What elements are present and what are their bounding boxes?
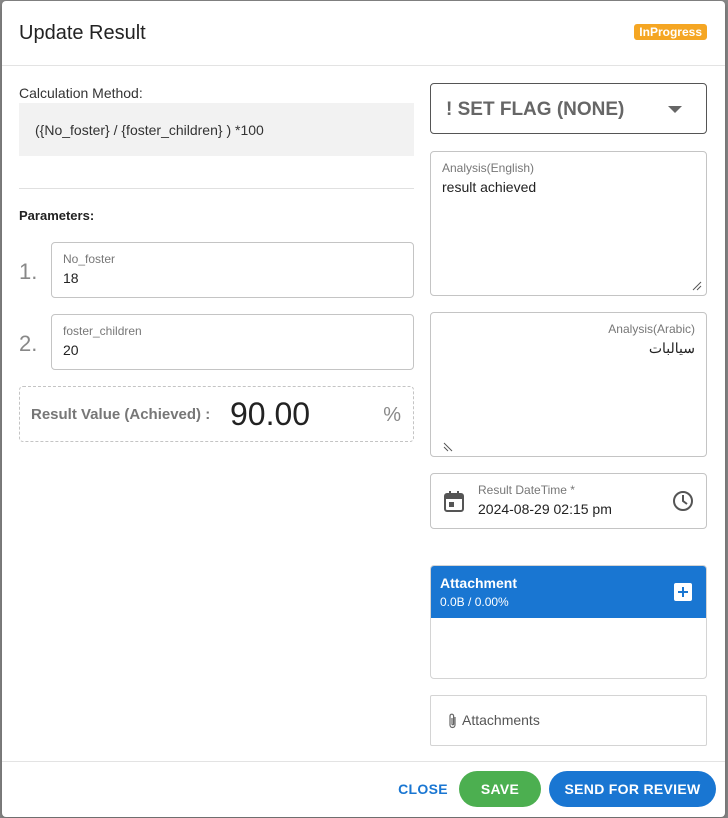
- dialog-title: Update Result: [19, 22, 146, 44]
- resize-handle-icon[interactable]: [692, 281, 702, 291]
- set-flag-label: ! SET FLAG (NONE): [446, 99, 625, 120]
- divider: [19, 188, 414, 189]
- result-datetime-field[interactable]: Result DateTime * 2024-08-29 02:15 pm: [430, 473, 707, 529]
- analysis-english-value: result achieved: [442, 179, 537, 195]
- result-datetime-label: Result DateTime *: [478, 483, 575, 497]
- result-datetime-value: 2024-08-29 02:15 pm: [478, 501, 612, 517]
- update-result-dialog: Update Result InProgress Calculation Met…: [2, 1, 725, 817]
- dialog-header: Update Result InProgress: [2, 1, 725, 66]
- caret-down-icon: [668, 106, 682, 113]
- send-for-review-button[interactable]: SEND FOR REVIEW: [549, 771, 716, 807]
- resize-handle-icon[interactable]: [443, 442, 453, 452]
- attachment-card: Attachment 0.0B / 0.00%: [430, 565, 707, 679]
- analysis-english-textarea[interactable]: Analysis(English) result achieved: [430, 151, 707, 296]
- status-badge: InProgress: [634, 24, 707, 40]
- attachment-header: Attachment 0.0B / 0.00%: [431, 566, 706, 618]
- result-value-label: Result Value (Achieved) :: [31, 406, 211, 423]
- attachment-size: 0.0B / 0.00%: [440, 595, 509, 609]
- calendar-icon[interactable]: [444, 490, 464, 512]
- analysis-arabic-textarea[interactable]: Analysis(Arabic) سيالبات: [430, 312, 707, 457]
- dialog-footer: CLOSE SAVE SEND FOR REVIEW: [2, 761, 725, 817]
- attachments-link[interactable]: Attachments: [430, 695, 707, 746]
- result-value: 90.00: [230, 396, 311, 432]
- analysis-arabic-label: Analysis(Arabic): [608, 322, 695, 336]
- result-unit: %: [383, 404, 401, 426]
- clock-icon[interactable]: [672, 490, 694, 512]
- close-button[interactable]: CLOSE: [388, 771, 458, 807]
- add-attachment-icon[interactable]: [674, 583, 692, 601]
- parameter-field-foster-children[interactable]: foster_children 20: [51, 314, 414, 370]
- save-button[interactable]: SAVE: [459, 771, 541, 807]
- parameter-name: foster_children: [63, 324, 142, 338]
- paperclip-icon: [449, 713, 456, 729]
- analysis-arabic-value: سيالبات: [648, 340, 695, 356]
- parameter-index-2: 2.: [19, 331, 38, 356]
- parameter-value: 18: [63, 270, 79, 286]
- parameters-label: Parameters:: [19, 208, 95, 223]
- parameter-name: No_foster: [63, 252, 116, 266]
- parameter-value: 20: [63, 342, 79, 358]
- set-flag-select[interactable]: ! SET FLAG (NONE): [430, 83, 707, 134]
- calculation-method-label: Calculation Method:: [19, 85, 143, 101]
- result-value-box: Result Value (Achieved) : 90.00 %: [19, 386, 414, 442]
- attachments-link-label: Attachments: [462, 712, 540, 728]
- calculation-formula: ({No_foster} / {foster_children} ) *100: [19, 103, 414, 156]
- attachment-title: Attachment: [440, 575, 518, 591]
- parameter-field-no-foster[interactable]: No_foster 18: [51, 242, 414, 298]
- analysis-english-label: Analysis(English): [442, 161, 535, 175]
- parameter-index-1: 1.: [19, 259, 38, 284]
